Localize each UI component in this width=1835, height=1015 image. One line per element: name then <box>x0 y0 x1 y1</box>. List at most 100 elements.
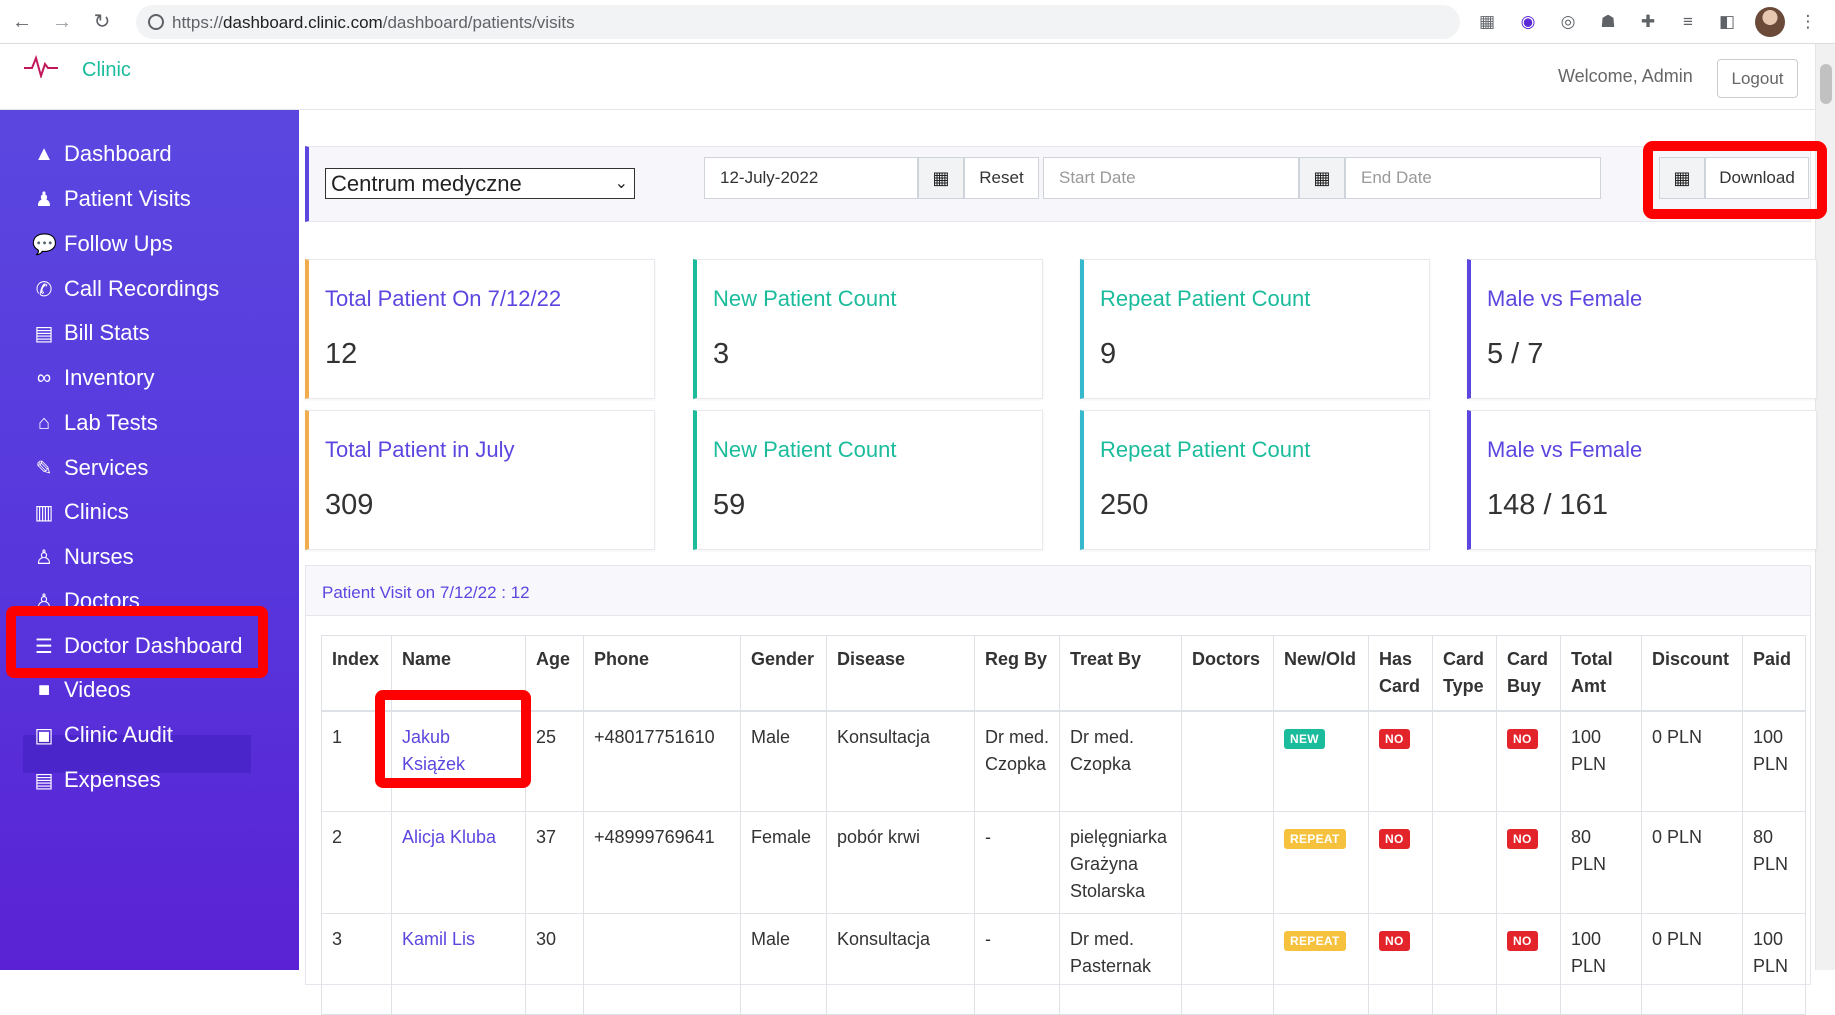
stat-card-repeat-today: Repeat Patient Count 9 <box>1080 259 1430 399</box>
phone-icon: ✆ <box>35 278 53 301</box>
card-value: 250 <box>1100 489 1149 521</box>
column-header[interactable]: Doctors <box>1181 635 1274 712</box>
extension-grid-icon[interactable]: ▦ <box>1476 11 1498 33</box>
cell-gender: Female <box>740 811 827 914</box>
clinic-select[interactable]: Centrum medyczne ⌄ <box>325 168 635 199</box>
cell-reg-by: - <box>974 811 1060 914</box>
cell-total: 100 PLN <box>1560 913 1642 1015</box>
reset-button[interactable]: Reset <box>964 157 1039 199</box>
sidebar-item-patient-visits[interactable]: ♟ Patient Visits <box>32 182 191 216</box>
cell-discount: 0 PLN <box>1641 710 1743 812</box>
browser-menu-icon[interactable]: ⋮ <box>1797 11 1819 33</box>
sidebar-item-expenses[interactable]: ▤ Expenses <box>32 763 161 797</box>
card-value: 12 <box>325 338 358 370</box>
extension-circle-icon[interactable]: ◉ <box>1517 11 1539 33</box>
patient-name-link[interactable]: Kamil Lis <box>402 929 475 949</box>
extension-target-icon[interactable]: ◎ <box>1557 11 1579 33</box>
column-header[interactable]: Gender <box>740 635 827 712</box>
calendar-icon[interactable]: ▦ <box>918 157 964 199</box>
app-header: Clinic Welcome, Admin Logout <box>0 44 1815 110</box>
repeat-badge: REPEAT <box>1284 931 1346 951</box>
table-row: 2 Alicja Kluba 37 +48999769641 Female po… <box>321 811 1806 914</box>
forward-icon[interactable]: → <box>48 8 76 36</box>
sidebar-item-nurses[interactable]: ♙ Nurses <box>32 540 134 574</box>
column-header[interactable]: Total Amt <box>1560 635 1642 712</box>
cell-phone <box>583 913 741 1015</box>
sidebar-item-label: Services <box>64 455 149 480</box>
table-row: 3 Kamil Lis 30 Male Konsultacja - Dr med… <box>321 913 1806 1015</box>
column-header[interactable]: Has Card <box>1368 635 1433 712</box>
column-header[interactable]: Age <box>525 635 584 712</box>
no-badge: NO <box>1507 728 1538 749</box>
sidebar-item-follow-ups[interactable]: 💬 Follow Ups <box>32 227 173 261</box>
card-title: Repeat Patient Count <box>1100 437 1311 462</box>
sidebar-item-clinics[interactable]: ▥ Clinics <box>32 495 129 529</box>
cell-has-card: NO <box>1368 710 1433 812</box>
card-value: 309 <box>325 489 374 521</box>
sidebar-item-bill-stats[interactable]: ▤ Bill Stats <box>32 316 150 350</box>
end-date-input[interactable]: End Date <box>1345 157 1601 199</box>
side-panel-icon[interactable]: ◧ <box>1716 11 1738 33</box>
reload-icon[interactable]: ↻ <box>88 8 116 36</box>
start-date-input[interactable]: Start Date <box>1043 157 1299 199</box>
site-info-icon[interactable] <box>148 14 164 30</box>
cell-disease: pobór krwi <box>826 811 975 914</box>
heartbeat-logo-icon <box>24 54 58 78</box>
cell-card-type <box>1432 913 1497 1015</box>
card-value: 5 / 7 <box>1487 338 1544 370</box>
media-playlist-icon[interactable]: ≡ <box>1677 11 1699 33</box>
url-path: /dashboard/patients/visits <box>382 13 575 32</box>
column-header[interactable]: Card Type <box>1432 635 1497 712</box>
cell-doctors <box>1181 710 1274 812</box>
sidebar-item-clinic-audit[interactable]: ▣ Clinic Audit <box>32 718 173 752</box>
scrollbar-thumb[interactable] <box>1820 64 1832 104</box>
cell-gender: Male <box>740 913 827 1015</box>
address-bar[interactable]: https://dashboard.clinic.com/dashboard/p… <box>136 5 1460 39</box>
card-title: Total Patient On 7/12/22 <box>325 286 562 311</box>
cell-name: Kamil Lis <box>391 913 526 1015</box>
sidebar-item-dashboard[interactable]: ▲ Dashboard <box>32 137 172 171</box>
sidebar-item-videos[interactable]: ■ Videos <box>32 673 131 707</box>
stat-card-repeat-month: Repeat Patient Count 250 <box>1080 410 1430 550</box>
repeat-badge: REPEAT <box>1284 829 1346 849</box>
column-header[interactable]: Disease <box>826 635 975 712</box>
cell-reg-by: - <box>974 913 1060 1015</box>
sidebar-item-services[interactable]: ✎ Services <box>32 451 149 485</box>
brand-name[interactable]: Clinic <box>82 59 131 82</box>
cell-gender: Male <box>740 710 827 812</box>
sidebar-item-label: Videos <box>64 677 131 702</box>
column-header[interactable]: Card Buy <box>1496 635 1561 712</box>
cell-index: 2 <box>321 811 392 914</box>
chevron-down-icon: ⌄ <box>614 175 628 192</box>
extension-robot-icon[interactable]: ☗ <box>1597 11 1619 33</box>
sidebar-item-label: Expenses <box>64 767 161 792</box>
stat-card-gender-today: Male vs Female 5 / 7 <box>1467 259 1817 399</box>
extensions-puzzle-icon[interactable]: ✚ <box>1637 11 1659 33</box>
cell-phone: +48999769641 <box>583 811 741 914</box>
cell-disease: Konsultacja <box>826 913 975 1015</box>
date-input[interactable]: 12-July-2022 <box>704 157 918 199</box>
column-header[interactable]: Phone <box>583 635 741 712</box>
column-header[interactable]: New/Old <box>1273 635 1369 712</box>
new-badge: NEW <box>1284 728 1325 749</box>
sidebar-item-label: Nurses <box>64 544 134 569</box>
cell-new-old: REPEAT <box>1273 913 1369 1015</box>
sidebar-item-lab-tests[interactable]: ⌂ Lab Tests <box>32 406 158 440</box>
column-header[interactable]: Paid <box>1742 635 1806 712</box>
column-header[interactable]: Discount <box>1641 635 1743 712</box>
column-header[interactable]: Treat By <box>1059 635 1182 712</box>
cell-has-card: NO <box>1368 811 1433 914</box>
card-value: 59 <box>713 489 746 521</box>
sidebar-item-label: Clinics <box>64 499 129 524</box>
logout-button[interactable]: Logout <box>1717 59 1798 98</box>
profile-avatar[interactable] <box>1755 7 1785 37</box>
cell-age: 25 <box>525 710 584 812</box>
patient-name-link[interactable]: Alicja Kluba <box>402 827 496 847</box>
back-icon[interactable]: ← <box>8 8 36 36</box>
highlight-box-doctor-dashboard <box>6 606 268 678</box>
column-header[interactable]: Reg By <box>974 635 1060 712</box>
sidebar-item-call-recordings[interactable]: ✆ Call Recordings <box>32 272 220 306</box>
sidebar-item-inventory[interactable]: ∞ Inventory <box>32 361 155 395</box>
start-calendar-icon[interactable]: ▦ <box>1299 157 1345 199</box>
invoice-dollar-icon: ▤ <box>34 322 54 345</box>
